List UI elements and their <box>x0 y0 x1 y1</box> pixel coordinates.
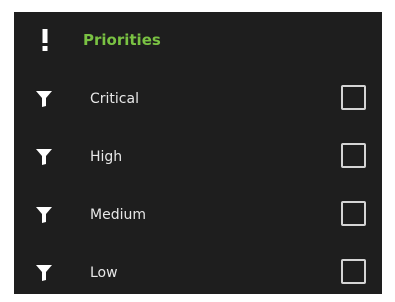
priorities-title: Priorities <box>83 31 161 49</box>
priority-label-low: Low <box>90 265 118 281</box>
priority-label-critical: Critical <box>90 91 139 107</box>
priority-checkbox-critical[interactable] <box>341 85 366 110</box>
priority-checkbox-low[interactable] <box>341 259 366 284</box>
priority-label-high: High <box>90 149 123 165</box>
priority-row-low[interactable]: Low <box>14 244 382 302</box>
filter-icon <box>36 91 52 107</box>
priority-row-medium[interactable]: Medium <box>14 186 382 244</box>
filter-icon <box>36 207 52 223</box>
exclamation-icon <box>42 29 48 51</box>
priority-checkbox-high[interactable] <box>341 143 366 168</box>
priorities-header: Priorities <box>14 12 382 70</box>
filter-icon <box>36 149 52 165</box>
filter-icon <box>36 265 52 281</box>
priority-checkbox-medium[interactable] <box>341 201 366 226</box>
priorities-panel: Priorities Critical High Medium Low <box>14 12 382 294</box>
priority-row-critical[interactable]: Critical <box>14 70 382 128</box>
priority-label-medium: Medium <box>90 207 146 223</box>
priority-row-high[interactable]: High <box>14 128 382 186</box>
